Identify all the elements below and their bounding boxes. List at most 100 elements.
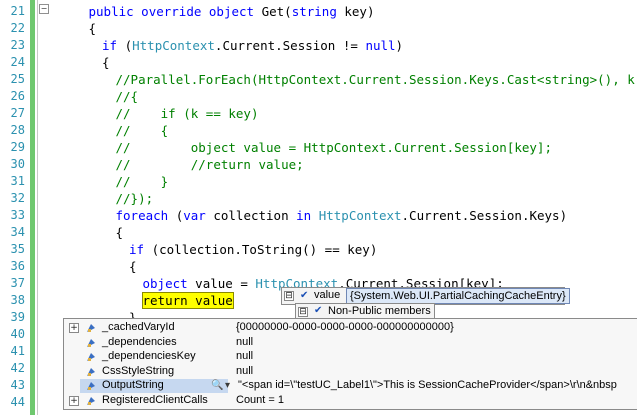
member-value[interactable]: null bbox=[236, 364, 253, 379]
member-value[interactable]: null bbox=[236, 335, 253, 350]
code-token: Get( bbox=[261, 4, 292, 19]
line-number: 39 bbox=[10, 310, 25, 324]
collapse-value-icon[interactable]: ⊟ bbox=[284, 291, 294, 301]
member-name: RegisteredClientCalls bbox=[102, 394, 208, 406]
code-line[interactable]: { bbox=[129, 258, 137, 275]
code-token: { bbox=[115, 225, 124, 240]
line-number: 42 bbox=[10, 361, 25, 375]
checkbox-icon[interactable]: ✔ bbox=[300, 291, 310, 301]
datatip-value-name: value bbox=[314, 289, 341, 301]
code-line[interactable]: foreach (var collection in HttpContext.C… bbox=[116, 207, 568, 224]
member-value[interactable]: null bbox=[236, 349, 253, 364]
code-token: ) bbox=[395, 38, 404, 53]
code-line[interactable]: // { bbox=[116, 122, 169, 139]
expand-icon[interactable]: + bbox=[69, 323, 79, 333]
line-number: 23 bbox=[10, 38, 25, 52]
code-line[interactable]: { bbox=[89, 20, 97, 37]
code-token: key) bbox=[336, 4, 375, 19]
dropdown-arrow-icon[interactable]: ▾ bbox=[225, 381, 235, 391]
line-number: 43 bbox=[10, 378, 25, 392]
code-line[interactable]: // if (k == key) bbox=[116, 105, 259, 122]
nonpublic-label: Non-Public members bbox=[328, 305, 431, 317]
code-line[interactable]: if (collection.ToString() == key) bbox=[129, 241, 377, 258]
code-line[interactable]: //}); bbox=[116, 190, 154, 207]
code-line[interactable]: //{ bbox=[116, 88, 139, 105]
line-number: 34 bbox=[10, 225, 25, 239]
code-line[interactable]: //Parallel.ForEach(HttpContext.Current.S… bbox=[116, 71, 637, 88]
field-icon bbox=[87, 324, 95, 332]
code-line[interactable]: // } bbox=[116, 173, 169, 190]
line-number: 27 bbox=[10, 106, 25, 120]
collapse-toggle[interactable]: − bbox=[39, 4, 49, 14]
code-token: ( bbox=[117, 38, 133, 53]
code-line[interactable]: if (HttpContext.Current.Session != null) bbox=[102, 37, 403, 54]
collapse-nonpublic-icon[interactable]: ⊟ bbox=[298, 307, 308, 317]
member-row[interactable]: _dependenciesKey null bbox=[64, 350, 637, 364]
code-line[interactable]: return value bbox=[141, 292, 234, 309]
code-token: .Current.Session != bbox=[214, 38, 366, 53]
code-token: ( bbox=[168, 208, 184, 223]
code-token: // { bbox=[115, 123, 169, 138]
line-number: 30 bbox=[10, 157, 25, 171]
member-value[interactable]: {00000000-0000-0000-0000-000000000000} bbox=[236, 320, 454, 335]
code-token: { bbox=[102, 55, 110, 70]
line-number: 36 bbox=[10, 259, 25, 273]
expand-icon[interactable]: + bbox=[69, 396, 79, 406]
code-token: foreach bbox=[115, 208, 169, 223]
code-token: HttpContext bbox=[318, 208, 402, 223]
outlining-margin bbox=[37, 0, 38, 415]
line-number: 33 bbox=[10, 208, 25, 222]
line-number: 37 bbox=[10, 276, 25, 290]
code-line[interactable]: { bbox=[116, 224, 124, 241]
code-token: public override object bbox=[88, 4, 262, 19]
line-number: 24 bbox=[10, 55, 25, 69]
line-number: 29 bbox=[10, 140, 25, 154]
line-number: 32 bbox=[10, 191, 25, 205]
code-line[interactable]: // object value = HttpContext.Current.Se… bbox=[116, 139, 553, 156]
member-row[interactable]: OutputString 🔍 ▾ "<span id=\"testUC_Label1\… bbox=[64, 378, 637, 394]
field-icon bbox=[87, 367, 95, 376]
code-token: //{ bbox=[115, 89, 139, 104]
member-row[interactable]: CssStyleString null bbox=[64, 365, 637, 379]
code-token: if bbox=[129, 242, 145, 257]
code-token: (collection.ToString() == key) bbox=[144, 242, 378, 257]
code-token: //Parallel.ForEach(HttpContext.Current.S… bbox=[115, 72, 637, 87]
line-number: 26 bbox=[10, 89, 25, 103]
member-value[interactable]: "<span id=\"testUC_Label1\">This is Sess… bbox=[238, 378, 617, 393]
code-token: if bbox=[102, 38, 118, 53]
checkbox-icon[interactable]: ✔ bbox=[314, 306, 324, 316]
code-token: object bbox=[142, 276, 188, 291]
line-number: 22 bbox=[10, 21, 25, 35]
line-number: 25 bbox=[10, 72, 25, 86]
magnifier-icon[interactable]: 🔍 bbox=[211, 381, 223, 391]
field-icon bbox=[87, 353, 95, 362]
change-tracking-bar bbox=[30, 0, 35, 415]
code-token: // object value = HttpContext.Current.Se… bbox=[115, 140, 553, 155]
field-icon bbox=[87, 382, 95, 391]
member-row[interactable]: _dependencies null bbox=[64, 336, 637, 350]
line-number: 38 bbox=[10, 293, 25, 307]
member-name: OutputString bbox=[102, 379, 164, 392]
code-line[interactable]: public override object Get(string key) bbox=[89, 3, 375, 20]
code-token: in bbox=[296, 208, 312, 223]
member-row[interactable]: + _cachedVaryId {00000000-0000-0000-0000-0… bbox=[64, 321, 637, 335]
member-name: CssStyleString bbox=[102, 364, 175, 377]
code-token: var bbox=[183, 208, 206, 223]
code-token: // //return value; bbox=[115, 157, 304, 172]
member-value[interactable]: Count = 1 bbox=[236, 393, 284, 408]
code-token: .Current.Session.Keys) bbox=[401, 208, 568, 223]
line-number: 31 bbox=[10, 174, 25, 188]
code-token: null bbox=[365, 38, 396, 53]
line-number: 21 bbox=[10, 4, 25, 18]
member-row[interactable]: + RegisteredClientCalls Count = 1 bbox=[64, 394, 637, 408]
line-number: 35 bbox=[10, 242, 25, 256]
datatip-value-type[interactable]: {System.Web.UI.PartialCachingCacheEntry} bbox=[346, 288, 570, 304]
code-line[interactable]: // //return value; bbox=[116, 156, 304, 173]
code-token: collection bbox=[205, 208, 297, 223]
datatip-members-panel[interactable]: + _cachedVaryId {00000000-0000-0000-0000-0… bbox=[63, 318, 637, 410]
member-name: _cachedVaryId bbox=[102, 321, 175, 333]
code-token: { bbox=[88, 21, 97, 36]
code-token: string bbox=[291, 4, 337, 19]
code-line[interactable]: { bbox=[102, 54, 110, 71]
